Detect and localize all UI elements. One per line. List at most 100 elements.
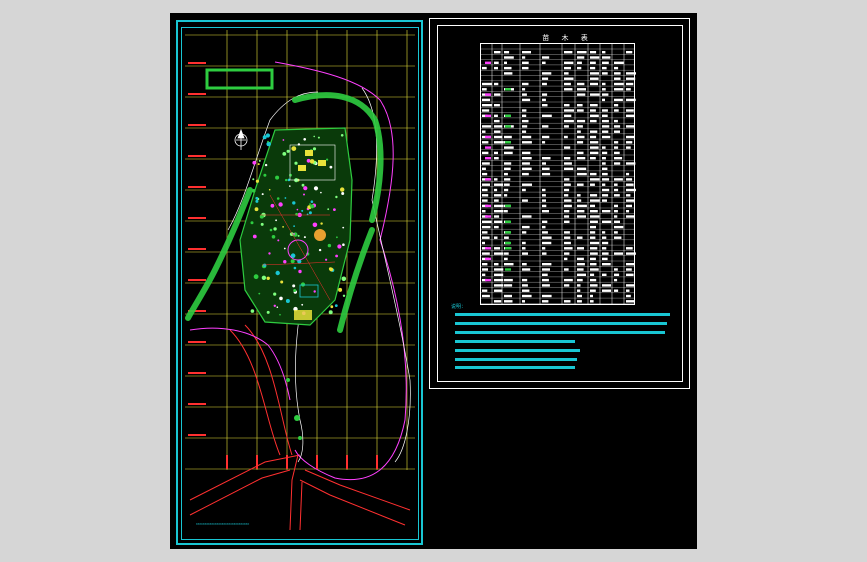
table-cell-mark <box>577 199 582 202</box>
table-cell-mark <box>590 194 598 197</box>
table-cell-mark <box>626 289 630 292</box>
table-cell-mark <box>542 210 549 213</box>
table-cell-mark <box>626 178 633 181</box>
table-cell-mark <box>590 247 598 250</box>
table-cell-mark <box>482 210 486 213</box>
table-cell-mark <box>504 188 509 192</box>
table-cell-mark <box>614 194 620 197</box>
table-cell-mark <box>590 252 598 255</box>
table-cell-mark <box>542 247 546 250</box>
table-cell-mark <box>542 61 546 64</box>
table-cell-mark <box>482 66 487 70</box>
table-cell-mark <box>590 141 599 144</box>
table-cell-mark <box>485 278 491 282</box>
table-cell-mark <box>602 188 610 192</box>
table-cell-mark <box>522 247 526 250</box>
table-cell-mark <box>505 125 511 128</box>
table-cell-mark <box>602 172 608 176</box>
table-cell-mark <box>564 125 569 128</box>
table-cell-mark <box>590 220 598 223</box>
table-cell-mark <box>522 263 527 266</box>
table-cell-mark <box>602 151 608 155</box>
table-cell-mark <box>590 231 596 234</box>
table-cell-mark <box>577 204 587 208</box>
table-cell-mark <box>590 178 600 181</box>
table-cell-mark <box>564 188 570 192</box>
table-cell-mark <box>522 51 531 54</box>
table-cell-mark <box>602 167 608 170</box>
table-cell-mark <box>626 268 632 271</box>
table-cell-mark <box>564 66 571 70</box>
table-cell-mark <box>485 247 491 250</box>
table-cell-mark <box>626 172 630 176</box>
table-cell-mark <box>614 104 619 107</box>
table-cell-mark <box>564 231 570 234</box>
table-cell-mark <box>614 231 618 234</box>
table-cell-mark <box>614 289 619 292</box>
table-cell-mark <box>505 204 511 208</box>
table-cell-mark <box>614 130 620 133</box>
table-cell-mark <box>626 183 634 186</box>
table-cell-mark <box>626 273 634 276</box>
table-cell-mark <box>626 284 635 287</box>
table-cell-mark <box>542 231 548 234</box>
table-cell-mark <box>602 125 610 128</box>
table-cell-mark <box>590 268 599 271</box>
table-cell-mark <box>577 66 582 70</box>
table-cell-mark <box>602 93 609 96</box>
note-line <box>455 366 575 369</box>
note-line <box>455 322 667 325</box>
table-cell-mark <box>577 51 587 54</box>
table-cell-mark <box>626 294 631 298</box>
table-cell-mark <box>626 194 631 197</box>
table-cell-mark <box>542 263 552 266</box>
table-cell-mark <box>505 231 511 234</box>
table-cell-mark <box>494 289 503 292</box>
table-cell-mark <box>626 204 632 208</box>
table-cell-mark <box>522 284 528 287</box>
table-cell-mark <box>614 125 621 128</box>
table-cell-mark <box>564 268 569 271</box>
table-cell-mark <box>522 278 528 282</box>
table-cell-mark <box>577 257 584 261</box>
table-cell-mark <box>522 215 532 218</box>
table-cell-mark <box>485 114 491 117</box>
notes-label: 说明： <box>451 304 467 310</box>
table-cell-mark <box>577 88 586 91</box>
table-cell-mark <box>577 300 582 303</box>
table-cell-mark <box>626 162 636 165</box>
table-cell-mark <box>482 188 488 192</box>
table-cell-mark <box>485 93 491 96</box>
table-cell-mark <box>564 104 570 107</box>
table-cell-mark <box>602 257 608 261</box>
table-cell-mark <box>564 109 574 112</box>
table-cell-mark <box>577 183 584 186</box>
table-cell-mark <box>564 194 569 197</box>
note-line <box>455 340 575 343</box>
table-cell-mark <box>626 263 635 266</box>
table-cell-mark <box>577 172 587 176</box>
table-cell-mark <box>522 188 526 192</box>
table-cell-mark <box>522 231 527 234</box>
table-cell-mark <box>626 146 631 149</box>
table-cell-mark <box>542 204 547 208</box>
table-cell-mark <box>577 93 586 96</box>
table-cell-mark <box>590 225 596 229</box>
table-cell-mark <box>542 252 547 255</box>
table-cell-mark <box>494 157 499 160</box>
table-cell-mark <box>564 114 572 117</box>
table-cell-mark <box>602 66 607 70</box>
table-cell-mark <box>542 241 552 245</box>
table-cell-mark <box>602 146 606 149</box>
table-cell-mark <box>482 194 489 197</box>
table-cell-mark <box>577 268 584 271</box>
note-line <box>455 331 665 334</box>
table-cell-mark <box>542 300 549 303</box>
table-cell-mark <box>522 172 529 176</box>
table-cell-mark <box>626 72 636 75</box>
table-cell-mark <box>590 263 597 266</box>
table-cell-mark <box>542 162 546 165</box>
table-cell-marks <box>482 51 636 303</box>
table-cell-mark <box>482 220 492 223</box>
table-cell-mark <box>504 278 513 282</box>
